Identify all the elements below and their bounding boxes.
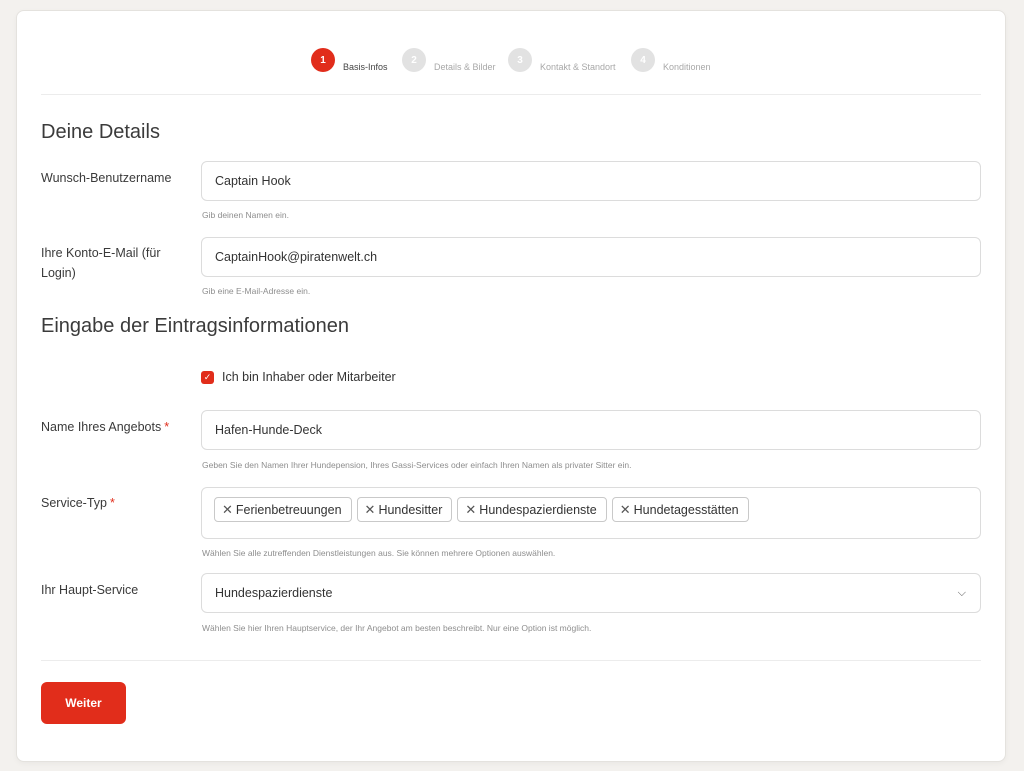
service-tag[interactable]: ✕ Ferienbetreuungen xyxy=(214,497,352,522)
service-type-help: Wählen Sie alle zutreffenden Dienstleist… xyxy=(202,548,556,558)
service-tag-label: Hundetagesstätten xyxy=(633,502,739,517)
required-marker: * xyxy=(164,420,170,434)
main-service-label: Ihr Haupt-Service xyxy=(41,583,139,597)
email-label: Ihre Konto-E-Mail (für Login) xyxy=(41,246,161,280)
offer-name-label-text: Name Ihres Angebots xyxy=(41,420,162,434)
username-help: Gib deinen Namen ein. xyxy=(202,210,289,220)
section-heading-listing: Eingabe der Eintragsinformationen xyxy=(41,315,349,337)
owner-checkbox-row[interactable]: ✓ Ich bin Inhaber oder Mitarbeiter xyxy=(201,370,396,384)
service-tag[interactable]: ✕ Hundespazierdienste xyxy=(457,497,607,522)
step-label: Konditionen xyxy=(663,62,711,72)
service-tag[interactable]: ✕ Hundesitter xyxy=(356,497,453,522)
step-konditionen[interactable]: 4 Konditionen xyxy=(631,48,711,72)
step-details-bilder[interactable]: 2 Details & Bilder xyxy=(402,48,496,72)
step-number: 4 xyxy=(631,48,655,72)
service-type-label: Service-Typ * xyxy=(41,493,181,513)
username-input[interactable]: Captain Hook xyxy=(201,161,981,201)
step-label: Kontakt & Standort xyxy=(540,62,616,72)
stepper-divider xyxy=(41,94,981,95)
owner-checkbox[interactable]: ✓ xyxy=(201,370,214,384)
step-number: 3 xyxy=(508,48,532,72)
offer-name-label: Name Ihres Angebots * xyxy=(41,417,181,437)
required-marker: * xyxy=(110,496,115,510)
close-icon[interactable]: ✕ xyxy=(465,502,476,518)
offer-name-input[interactable]: Hafen-Hunde-Deck xyxy=(201,410,981,450)
step-number: 2 xyxy=(402,48,426,72)
listing-form-card: 1 Basis-Infos 2 Details & Bilder 3 Konta… xyxy=(16,10,1006,762)
username-label: Wunsch-Benutzername xyxy=(41,171,172,185)
service-tag-label: Hundesitter xyxy=(378,502,443,517)
service-type-label-text: Service-Typ xyxy=(41,496,107,510)
check-icon: ✓ xyxy=(203,371,212,382)
step-label: Details & Bilder xyxy=(434,62,496,72)
email-help: Gib eine E-Mail-Adresse ein. xyxy=(202,286,311,296)
step-basis-infos[interactable]: 1 Basis-Infos xyxy=(311,48,388,72)
stepper: 1 Basis-Infos 2 Details & Bilder 3 Konta… xyxy=(17,48,1005,74)
service-tag[interactable]: ✕ Hundetagesstätten xyxy=(611,497,749,522)
close-icon[interactable]: ✕ xyxy=(620,502,631,518)
footer-divider xyxy=(41,660,981,661)
close-icon[interactable]: ✕ xyxy=(365,502,376,518)
step-number: 1 xyxy=(311,48,335,72)
service-type-multiselect[interactable]: ✕ Ferienbetreuungen ✕ Hundesitter ✕ Hund… xyxy=(201,487,981,539)
next-button[interactable]: Weiter xyxy=(41,682,126,724)
close-icon[interactable]: ✕ xyxy=(222,502,233,518)
main-service-help: Wählen Sie hier Ihren Hauptservice, der … xyxy=(202,623,592,633)
chevron-down-icon: ⌵ xyxy=(957,586,966,599)
main-service-select[interactable]: Hundespazierdienste ⌵ xyxy=(201,573,981,613)
main-service-value: Hundespazierdienste xyxy=(215,586,333,600)
step-label: Basis-Infos xyxy=(343,62,388,72)
offer-name-help: Geben Sie den Namen Ihrer Hundepension, … xyxy=(202,460,632,470)
email-input[interactable]: CaptainHook@piratenwelt.ch xyxy=(201,237,981,277)
section-heading-details: Deine Details xyxy=(41,121,160,143)
service-tag-label: Hundespazierdienste xyxy=(479,502,597,517)
step-kontakt-standort[interactable]: 3 Kontakt & Standort xyxy=(508,48,616,72)
owner-checkbox-label: Ich bin Inhaber oder Mitarbeiter xyxy=(222,370,396,384)
service-tag-label: Ferienbetreuungen xyxy=(235,502,342,517)
